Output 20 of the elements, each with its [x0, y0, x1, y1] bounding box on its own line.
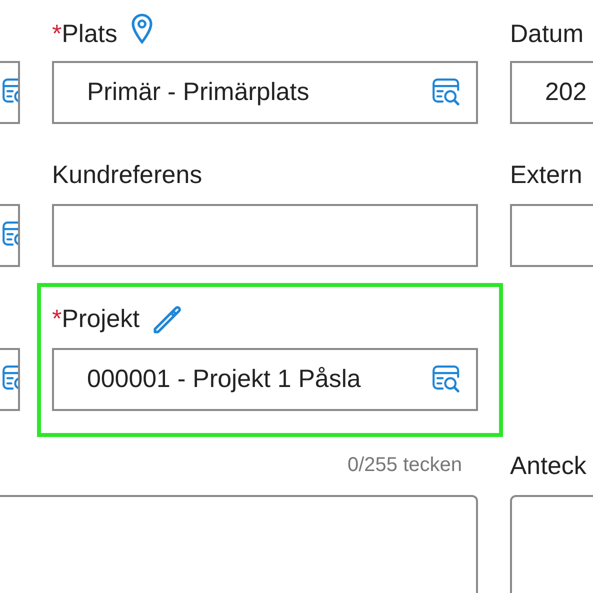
- field-value: 202: [544, 78, 587, 107]
- field-value: Primär - Primärplats: [87, 78, 310, 107]
- field-label: Anteck: [510, 452, 586, 481]
- input-field[interactable]: 000001 - Projekt 1 Påsla: [52, 348, 478, 411]
- map-pin-icon[interactable]: [131, 13, 154, 45]
- input-field[interactable]: Primär - Primärplats: [52, 61, 478, 124]
- input-field[interactable]: [52, 204, 478, 267]
- required-asterisk: *: [52, 20, 62, 49]
- lookup-icon[interactable]: [431, 364, 462, 395]
- character-counter: 0/255 tecken: [347, 454, 462, 477]
- input-field[interactable]: 202: [510, 61, 593, 124]
- field-label: Projekt: [62, 305, 140, 334]
- field-value: 000001 - Projekt 1 Påsla: [87, 365, 361, 394]
- field-label: Kundreferens: [52, 161, 202, 190]
- required-asterisk: *: [52, 305, 62, 334]
- pencil-icon[interactable]: [152, 304, 182, 334]
- field-label: Extern: [510, 161, 582, 190]
- lookup-icon[interactable]: [431, 77, 462, 108]
- field-label: Plats: [62, 20, 118, 49]
- field-label: Datum: [510, 20, 584, 49]
